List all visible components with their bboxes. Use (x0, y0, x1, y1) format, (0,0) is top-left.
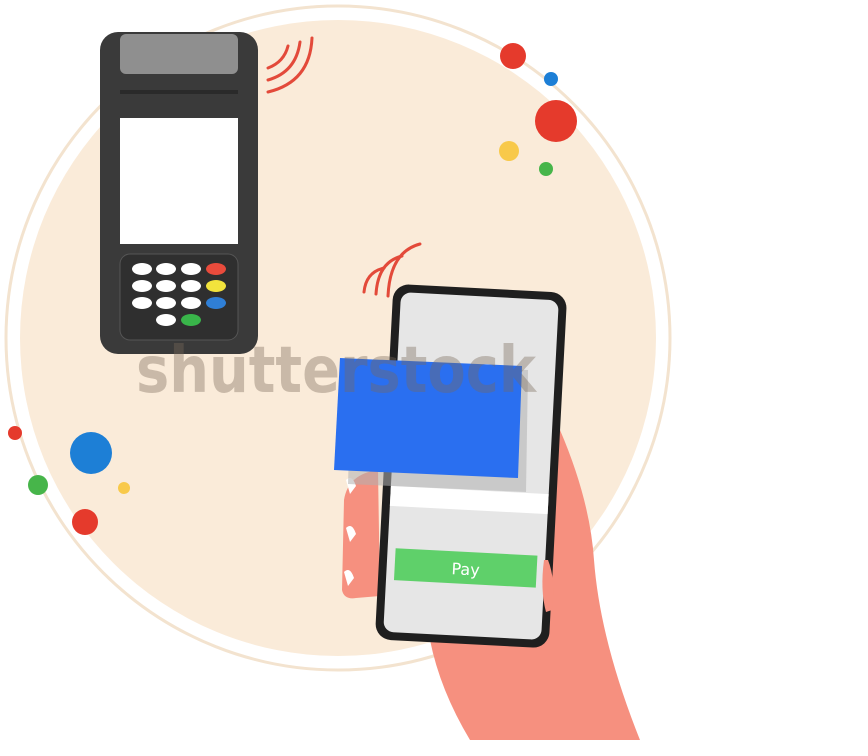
key (156, 297, 176, 309)
key (132, 297, 152, 309)
dot-red (535, 100, 577, 142)
terminal-printer-slot (120, 90, 238, 94)
dot-red (72, 509, 98, 535)
key (181, 297, 201, 309)
dot-red (8, 426, 22, 440)
key (156, 263, 176, 275)
key-red (206, 263, 226, 275)
dot-green (539, 162, 553, 176)
key-green (181, 314, 201, 326)
dot-blue (70, 432, 112, 474)
key (181, 280, 201, 292)
dot-yellow (499, 141, 519, 161)
terminal-printer (120, 34, 238, 74)
key (156, 314, 176, 326)
key (132, 263, 152, 275)
dot-red (500, 43, 526, 69)
dot-yellow (118, 482, 130, 494)
pay-button-label: Pay (451, 559, 480, 579)
illustration-canvas: Pay shutterstock (0, 0, 868, 756)
pos-terminal-icon (100, 32, 258, 354)
dot-green (28, 475, 48, 495)
dot-blue (544, 72, 558, 86)
watermark-text: shutterstock (136, 334, 537, 408)
key-yellow (206, 280, 226, 292)
terminal-screen (120, 118, 238, 244)
key (181, 263, 201, 275)
key (156, 280, 176, 292)
contactless-payment-illustration: Pay shutterstock (4, 4, 672, 740)
key (132, 280, 152, 292)
key-blue (206, 297, 226, 309)
